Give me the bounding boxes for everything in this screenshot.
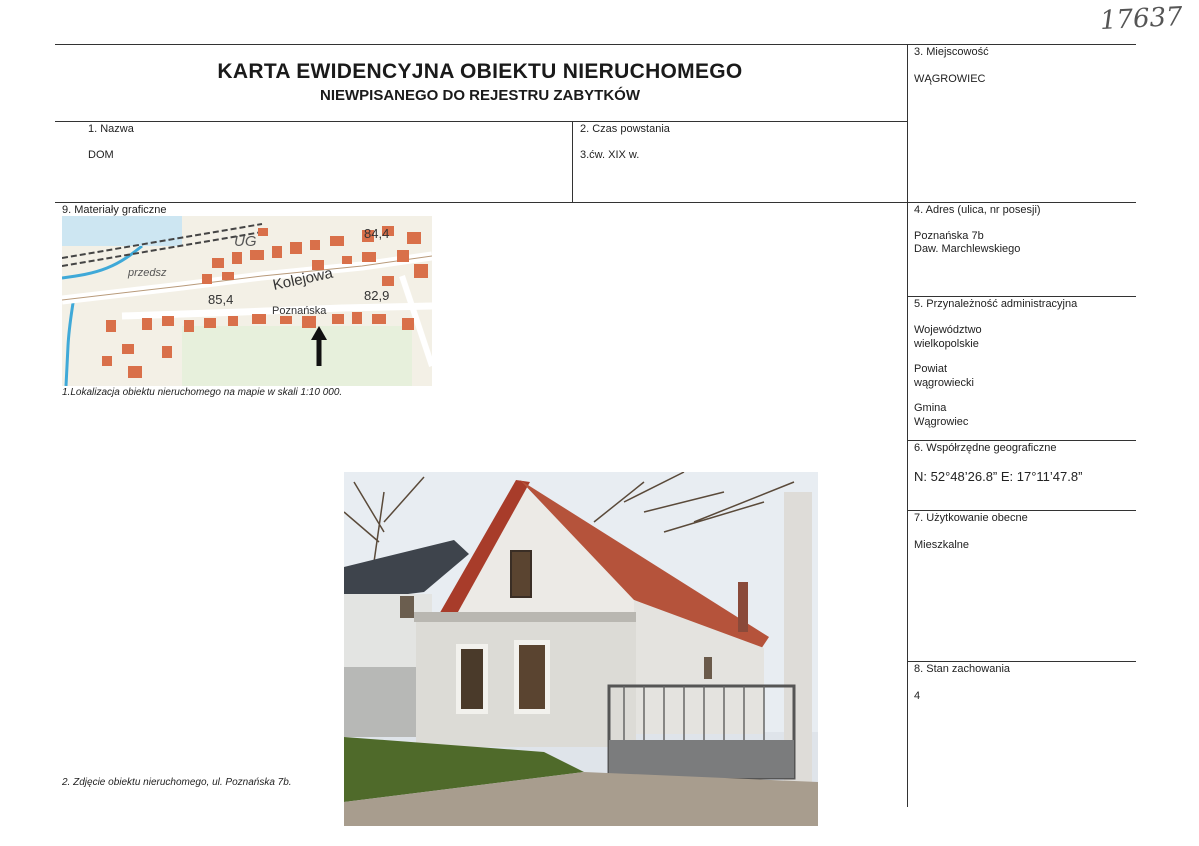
county-label: Powiat xyxy=(914,363,948,375)
map-label-street-poznanska: Poznańska xyxy=(272,305,327,317)
county-value: wągrowiecki xyxy=(914,377,974,389)
usage-label: 7. Użytkowanie obecne xyxy=(914,512,1028,524)
map-caption: 1.Lokalizacja obiektu nieruchomego na ma… xyxy=(62,387,343,398)
map-label-elev-2: 85,4 xyxy=(208,292,233,307)
right-column-divider xyxy=(907,44,908,807)
page-title: KARTA EWIDENCYJNA OBIEKTU NIERUCHOMEGO xyxy=(217,60,743,83)
address-line-2: Daw. Marchlewskiego xyxy=(914,243,1021,255)
map-label-elev-1: 84,4 xyxy=(364,226,389,241)
commune-value: Wągrowiec xyxy=(914,416,969,428)
condition-value: 4 xyxy=(914,690,921,702)
photo-caption: 2. Zdjęcie obiektu nieruchomego, ul. Poz… xyxy=(62,777,292,788)
graphics-label: 9. Materiały graficzne xyxy=(62,204,167,216)
building-photo-graphic xyxy=(344,472,818,826)
address-line-1: Poznańska 7b xyxy=(914,230,984,242)
title-bottom-line xyxy=(55,121,907,122)
name-value: DOM xyxy=(88,149,114,161)
coords-label: 6. Współrzędne geograficzne xyxy=(914,442,1057,454)
building-photo xyxy=(344,472,818,826)
date-label: 2. Czas powstania xyxy=(580,123,670,135)
document-number: 17637 xyxy=(1099,1,1184,37)
name-label: 1. Nazwa xyxy=(88,123,134,135)
commune-label: Gmina xyxy=(914,402,947,414)
coords-value: N: 52°48’26.8” E: 17°11’47.8” xyxy=(914,469,1083,484)
location-map: UG 84,4 85,4 82,9 Kolejowa Poznańska prz… xyxy=(62,216,432,386)
map-label-elev-3: 82,9 xyxy=(364,288,389,303)
name-date-divider xyxy=(572,121,573,202)
map-label-street-przedsz: przedsz xyxy=(127,267,167,279)
page-subtitle: NIEWPISANEGO DO REJESTRU ZABYTKÓW xyxy=(319,87,641,104)
locality-label: 3. Miejscowość xyxy=(914,46,989,58)
date-value: 3.ćw. XIX w. xyxy=(580,149,640,161)
admin-label: 5. Przynależność administracyjna xyxy=(914,298,1078,310)
locality-value: WĄGROWIEC xyxy=(914,73,986,85)
voivodeship-value: wielkopolskie xyxy=(914,338,979,350)
location-map-graphic: UG 84,4 85,4 82,9 Kolejowa Poznańska prz… xyxy=(62,216,432,386)
map-label-ug: UG xyxy=(234,233,257,250)
address-label: 4. Adres (ulica, nr posesji) xyxy=(914,204,1041,216)
voivodeship-label: Województwo xyxy=(914,324,982,336)
condition-label: 8. Stan zachowania xyxy=(914,663,1011,675)
usage-value: Mieszkalne xyxy=(914,539,970,551)
